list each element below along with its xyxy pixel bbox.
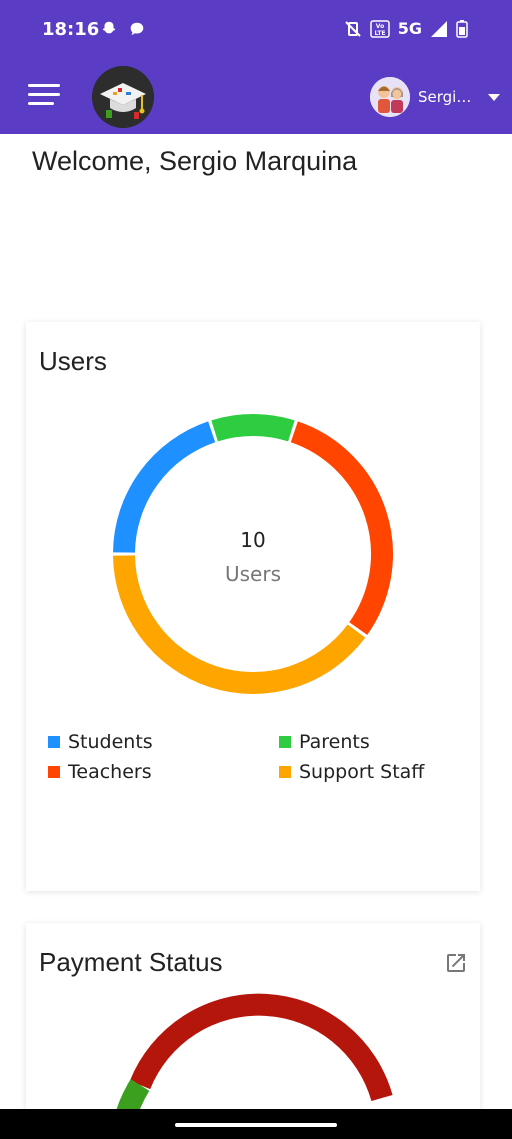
legend-swatch [279, 736, 291, 748]
user-menu[interactable]: Sergio Marquina [370, 76, 500, 118]
users-legend: Students Parents Teachers Support Staff [48, 731, 468, 783]
school-logo[interactable] [92, 66, 154, 128]
legend-item-support-staff[interactable]: Support Staff [279, 761, 468, 783]
system-nav-bar [0, 1109, 512, 1139]
legend-label: Students [68, 731, 153, 753]
legend-item-parents[interactable]: Parents [279, 731, 468, 753]
legend-item-teachers[interactable]: Teachers [48, 761, 279, 783]
users-donut-chart [113, 414, 393, 694]
battery-icon [456, 19, 468, 38]
payment-status-card: Payment Status [26, 923, 480, 1123]
app-bar: Sergio Marquina [0, 60, 512, 134]
users-center-label: Users [224, 562, 281, 586]
home-gesture-handle[interactable] [175, 1123, 337, 1127]
signal-icon [431, 20, 447, 37]
legend-item-students[interactable]: Students [48, 731, 279, 753]
users-total: 10 [240, 528, 266, 552]
legend-swatch [48, 766, 60, 778]
network-label: 5G [397, 19, 422, 38]
status-time: 18:16 [42, 19, 100, 40]
snapchat-icon [102, 21, 116, 34]
legend-label: Support Staff [299, 761, 425, 783]
legend-label: Teachers [68, 761, 152, 783]
status-bar: 18:16 Vo LTE 5G [0, 0, 512, 60]
chat-bubble-icon [130, 22, 144, 36]
status-indicators: Vo LTE 5G [344, 19, 468, 38]
couple-avatar-icon [370, 77, 410, 117]
graduation-cap-logo [92, 66, 154, 128]
vibrate-off-icon [345, 20, 361, 37]
avatar [370, 77, 410, 117]
legend-swatch [279, 766, 291, 778]
caret-down-icon[interactable] [488, 93, 500, 101]
legend-label: Parents [299, 731, 370, 753]
svg-text:LTE: LTE [374, 30, 385, 37]
hamburger-menu-icon[interactable] [28, 84, 60, 108]
welcome-heading: Welcome, Sergio Marquina [32, 146, 358, 176]
users-card: Users 10 Users Students Parents Teachers… [26, 322, 480, 891]
volte-icon: Vo LTE [369, 19, 390, 38]
donut-slice-parents[interactable] [211, 414, 295, 442]
payment-donut-chart [113, 993, 393, 1123]
payment-arc-red [129, 993, 393, 1102]
legend-swatch [48, 736, 60, 748]
user-name: Sergio Marquina [418, 88, 476, 106]
svg-text:Vo: Vo [376, 23, 384, 30]
